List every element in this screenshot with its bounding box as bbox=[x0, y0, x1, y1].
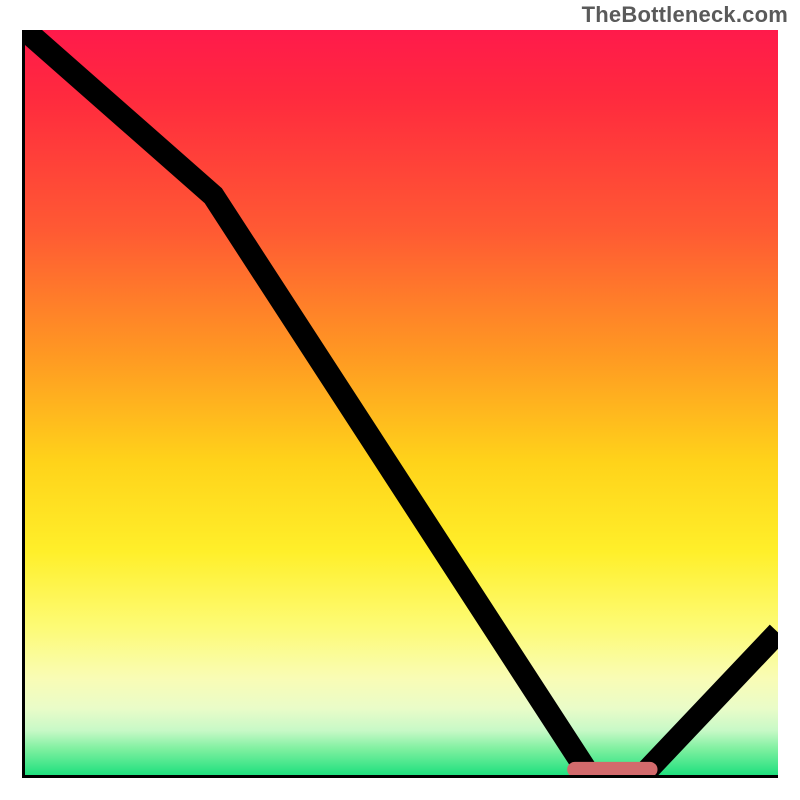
curve-layer bbox=[25, 30, 778, 778]
attribution-text: TheBottleneck.com bbox=[582, 2, 788, 28]
chart-container: TheBottleneck.com bbox=[0, 0, 800, 800]
bottleneck-curve bbox=[25, 30, 778, 775]
plot-area bbox=[22, 30, 778, 778]
optimal-range-marker bbox=[567, 762, 657, 777]
